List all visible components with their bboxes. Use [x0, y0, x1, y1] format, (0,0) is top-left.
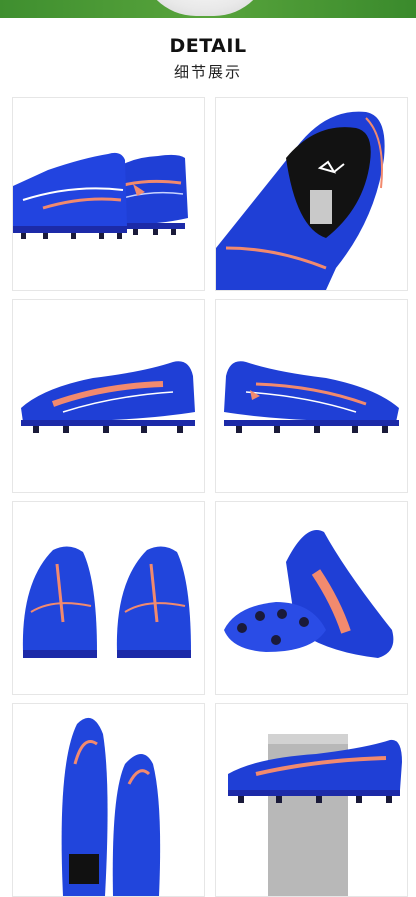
detail-image-stand [215, 703, 408, 897]
detail-image-heels [12, 501, 205, 695]
top-banner-image [0, 0, 416, 18]
detail-image-top-view [12, 703, 205, 897]
detail-image-insole [215, 97, 408, 291]
page-title: DETAIL [169, 35, 247, 57]
detail-image-side-right [12, 299, 205, 493]
detail-image-pair-side [12, 97, 205, 291]
detail-image-side-left [215, 299, 408, 493]
soccer-ball-image [140, 0, 270, 16]
page-subtitle: 细节展示 [173, 63, 242, 81]
detail-image-studs [215, 501, 408, 695]
detail-header: DETAIL 细节展示 [0, 34, 416, 82]
